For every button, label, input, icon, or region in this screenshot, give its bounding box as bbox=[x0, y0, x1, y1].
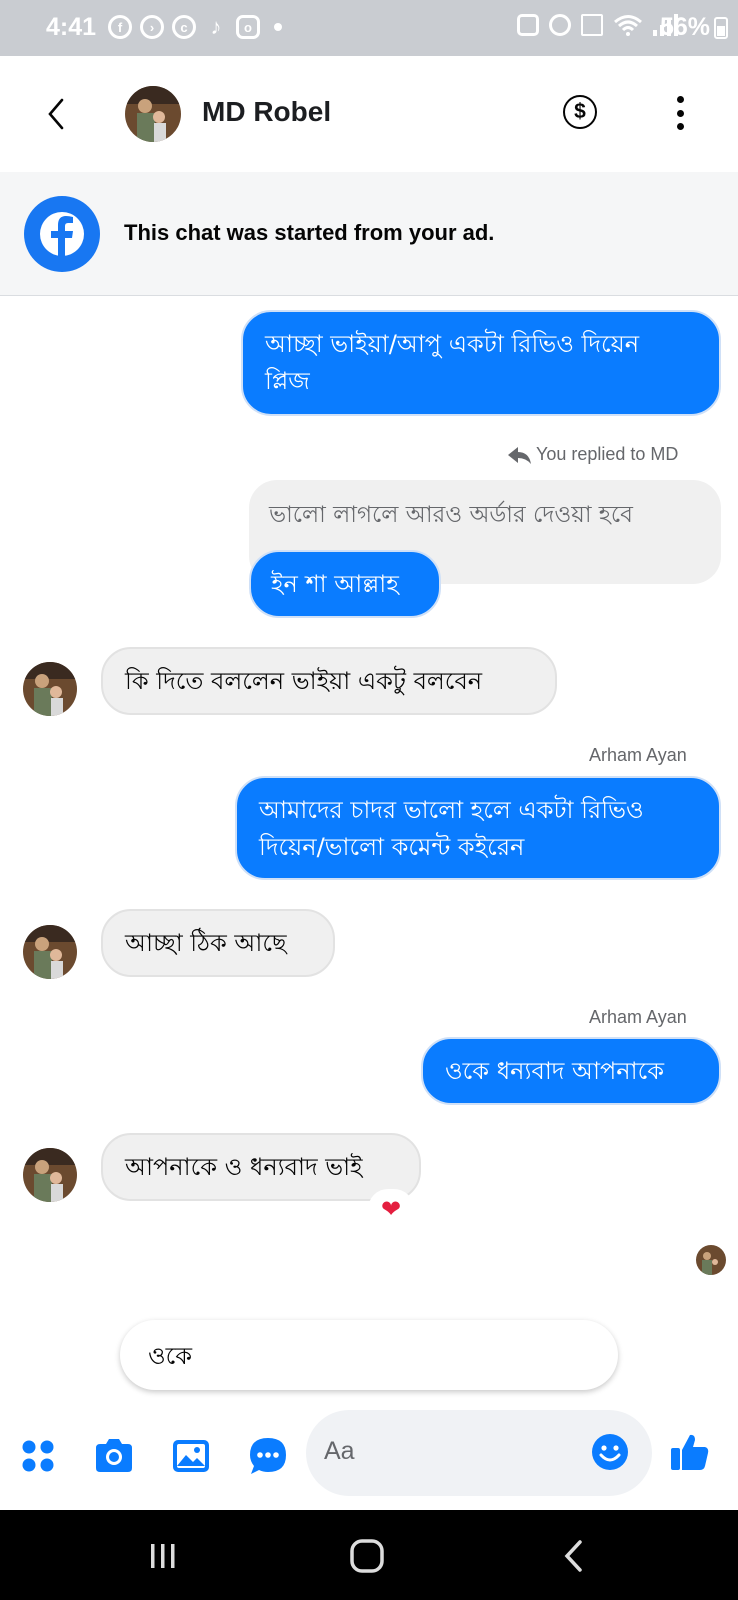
image-icon bbox=[173, 1440, 209, 1472]
quoted-text: ভালো লাগলে আরও অর্ডার দেওয়া হবে bbox=[269, 502, 633, 528]
incoming-message[interactable]: কি দিতে বললেন ভাইয়া একটু বলবেন bbox=[101, 647, 557, 715]
message-line: দিয়েন/ভালো কমেন্ট কইরেন bbox=[259, 833, 525, 861]
mute-icon bbox=[581, 14, 603, 36]
notification-icons: f › c ♪ o bbox=[108, 14, 282, 39]
battery-level: 56% bbox=[659, 13, 710, 41]
incoming-message[interactable]: আপনাকে ও ধন্যবাদ ভাই bbox=[101, 1133, 421, 1201]
status-bar: 4:41 f › c ♪ o 56% bbox=[0, 0, 738, 56]
outgoing-message[interactable]: ওকে ধন্যবাদ আপনাকে bbox=[421, 1037, 721, 1105]
recent-apps-button[interactable] bbox=[139, 1532, 187, 1580]
outgoing-message[interactable]: আমাদের চাদর ভালো হলে একটা রিভিও দিয়েন/ভ… bbox=[235, 776, 721, 880]
back-icon bbox=[564, 1540, 582, 1572]
outgoing-message[interactable]: ইন শা আল্লাহ bbox=[249, 550, 441, 618]
contact-icon: c bbox=[172, 15, 196, 39]
ad-banner: This chat was started from your ad. bbox=[0, 172, 738, 296]
wifi-icon bbox=[614, 15, 642, 36]
quick-reply-suggestion[interactable]: ওকে bbox=[120, 1320, 618, 1390]
dot bbox=[676, 96, 684, 103]
message-text: আপনাকে ও ধন্যবাদ ভাই bbox=[125, 1153, 363, 1181]
heart-icon: ❤ bbox=[380, 1195, 402, 1223]
alarm-icon bbox=[549, 14, 571, 36]
facebook-logo-icon bbox=[24, 196, 100, 272]
dot-icon bbox=[274, 23, 282, 31]
back-button[interactable] bbox=[38, 94, 74, 134]
clock: 4:41 bbox=[46, 13, 97, 41]
chat-header: MD Robel $ bbox=[0, 56, 738, 170]
message-line: আমাদের চাদর ভালো হলে একটা রিভিও bbox=[259, 796, 644, 824]
messenger-icon: › bbox=[140, 15, 164, 39]
incoming-message[interactable]: আচ্ছা ঠিক আছে bbox=[101, 909, 335, 977]
thumbs-up-icon bbox=[671, 1434, 709, 1470]
seen-indicator-avatar bbox=[696, 1245, 726, 1275]
message-input[interactable]: Aa bbox=[306, 1410, 652, 1496]
more-options-button[interactable] bbox=[668, 96, 692, 130]
contact-avatar[interactable] bbox=[125, 86, 181, 142]
emoji-icon[interactable] bbox=[590, 1432, 630, 1472]
grid-dots-icon bbox=[22, 1440, 54, 1472]
message-text: কি দিতে বললেন ভাইয়া একটু বলবেন bbox=[125, 667, 483, 695]
reply-indicator: You replied to MD bbox=[506, 444, 678, 465]
home-button[interactable] bbox=[343, 1532, 391, 1580]
tiktok-icon: ♪ bbox=[210, 14, 222, 39]
camera-icon bbox=[96, 1439, 132, 1472]
message-composer: Aa bbox=[0, 1410, 738, 1510]
camera-button[interactable] bbox=[92, 1434, 136, 1478]
ad-notice-text: This chat was started from your ad. bbox=[124, 220, 495, 245]
message-text: আচ্ছা ঠিক আছে bbox=[125, 929, 287, 957]
like-button[interactable] bbox=[668, 1430, 712, 1474]
system-back-button[interactable] bbox=[550, 1532, 598, 1580]
message-text: ইন শা আল্লাহ bbox=[271, 570, 399, 598]
apps-button[interactable] bbox=[16, 1434, 60, 1478]
gallery-button[interactable] bbox=[169, 1434, 213, 1478]
dot bbox=[676, 109, 684, 117]
sender-label: Arham Ayan bbox=[589, 745, 687, 765]
message-line: আচ্ছা ভাইয়া/আপু একটা রিভিও দিয়েন bbox=[265, 330, 640, 358]
sender-label: Arham Ayan bbox=[589, 1007, 687, 1027]
sender-avatar[interactable] bbox=[23, 925, 77, 979]
reply-icon bbox=[508, 447, 531, 465]
home-icon bbox=[350, 1539, 384, 1573]
sender-avatar[interactable] bbox=[23, 662, 77, 716]
outgoing-message[interactable]: আচ্ছা ভাইয়া/আপু একটা রিভিও দিয়েন প্লিজ bbox=[241, 310, 721, 416]
sender-avatar[interactable] bbox=[23, 1148, 77, 1202]
heart-reaction[interactable]: ❤ bbox=[368, 1189, 414, 1229]
dollar-icon: $ bbox=[574, 100, 586, 123]
suggestion-text: ওকে bbox=[148, 1342, 193, 1370]
instagram-icon: o bbox=[236, 15, 260, 39]
message-line: প্লিজ bbox=[265, 367, 310, 395]
system-icons bbox=[517, 14, 678, 36]
message-text: ওকে ধন্যবাদ আপনাকে bbox=[445, 1057, 665, 1085]
system-navigation-bar bbox=[0, 1510, 738, 1600]
chat-bubble-dots-icon bbox=[250, 1438, 286, 1474]
facebook-icon: f bbox=[108, 15, 132, 39]
contact-name[interactable]: MD Robel bbox=[202, 96, 331, 128]
chevron-left-icon bbox=[48, 98, 64, 130]
input-placeholder: Aa bbox=[324, 1437, 355, 1465]
voice-message-button[interactable] bbox=[246, 1434, 290, 1478]
payment-button[interactable]: $ bbox=[563, 95, 597, 129]
dot bbox=[676, 123, 684, 130]
battery-icon bbox=[714, 17, 728, 39]
lock-icon bbox=[517, 14, 539, 36]
reply-meta-text: You replied to MD bbox=[536, 444, 679, 464]
recent-apps-icon bbox=[151, 1544, 175, 1568]
